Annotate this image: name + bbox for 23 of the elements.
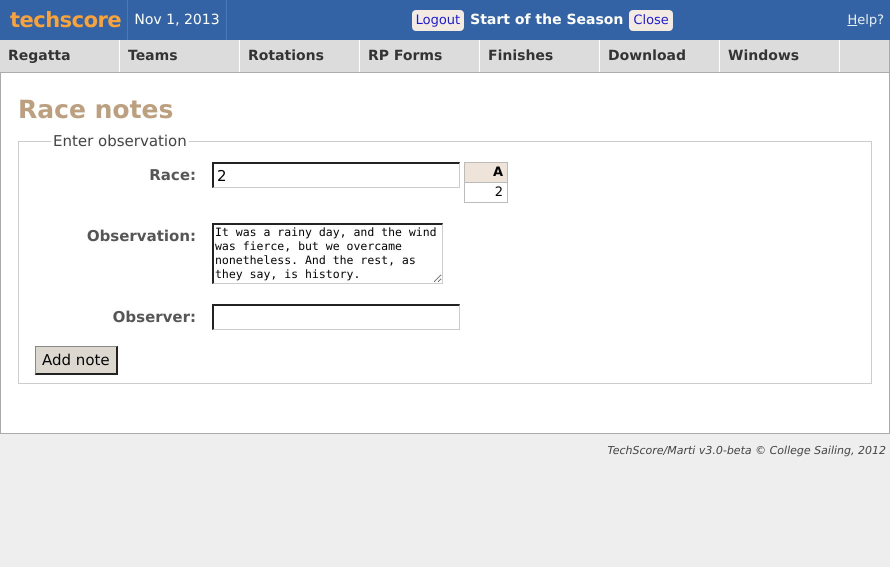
nav-menu-item[interactable]: Regatta [0,40,120,72]
form-legend: Enter observation [51,132,189,150]
table-cell: 2 [464,182,508,202]
page-title: Race notes [18,95,174,124]
add-note-button[interactable]: Add note [35,346,118,375]
observer-label: Observer: [112,307,196,326]
observer-input-field[interactable] [212,304,460,330]
logout-button[interactable]: Logout [412,10,464,30]
observation-text-area[interactable]: It was a rainy day, and the wind was fierce, but we overcame nonetheless. And the rest, as they say, is history. [212,223,443,284]
close-button[interactable]: Close [629,10,673,30]
nav-menu-item[interactable]: RP Forms [360,40,480,72]
race-input-field[interactable]: 2 [212,162,460,188]
footer-credits: TechScore/Marti v3.0-beta © College Sailing, 2012 [607,444,886,457]
observation-label: Observation: [86,226,196,245]
race-label: Race: [148,165,196,184]
nav-menu-item[interactable]: Teams [120,40,240,72]
nav-menu-item[interactable]: Windows [720,40,840,72]
nav-menu-item[interactable]: Finishes [480,40,600,72]
regatta-title: Start of the Season [470,12,624,28]
nav-menu-item[interactable]: Download [600,40,720,72]
help-link[interactable]: Help? [847,12,890,28]
nav-menu-item[interactable]: Rotations [240,40,360,72]
table-header-cell: A [464,162,508,182]
